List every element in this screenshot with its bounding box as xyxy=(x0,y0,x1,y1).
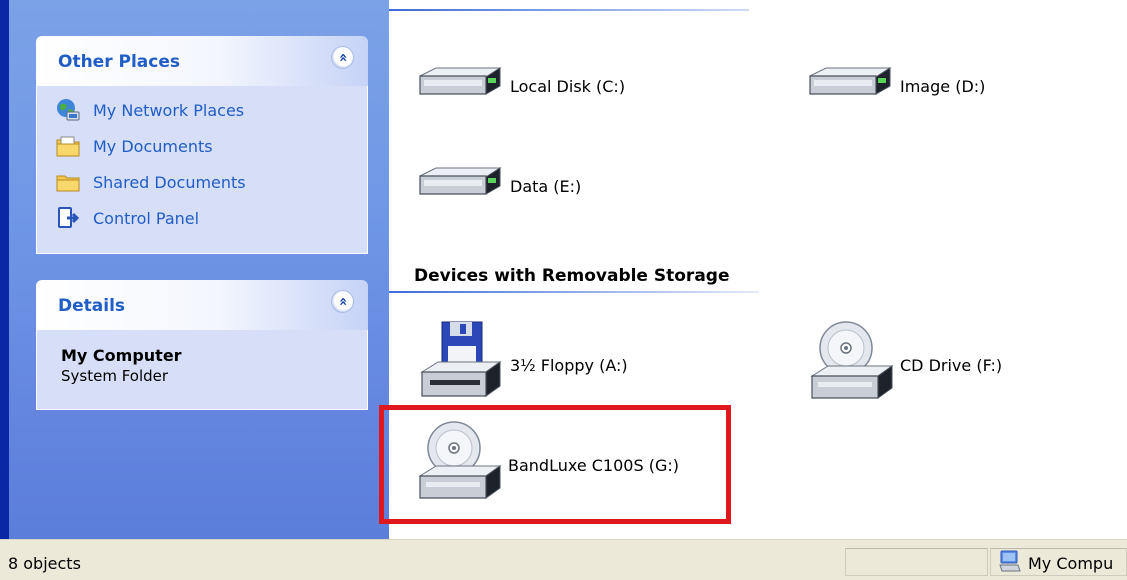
drive-image-d[interactable]: Image (D:) xyxy=(806,64,985,109)
sidebar-item-label: Control Panel xyxy=(93,208,200,228)
shared-folder-icon xyxy=(55,169,81,195)
details-panel: Details « My Computer System Folder xyxy=(36,280,368,410)
hard-disk-icon xyxy=(416,64,504,109)
sidebar-item-my-documents[interactable]: My Documents xyxy=(37,128,367,164)
status-location: My Compu xyxy=(998,549,1113,578)
details-name: My Computer xyxy=(61,346,182,365)
drive-cd-f[interactable]: CD Drive (F:) xyxy=(808,320,1002,411)
status-location-label: My Compu xyxy=(1028,554,1114,573)
other-places-list: My Network Places My Documents Shared Do… xyxy=(36,86,368,254)
sidebar-item-control-panel[interactable]: Control Panel xyxy=(37,200,367,236)
floppy-drive-icon xyxy=(416,320,504,411)
control-panel-icon xyxy=(55,205,81,231)
removable-storage-group-line xyxy=(389,291,759,293)
drive-local-disk-c[interactable]: Local Disk (C:) xyxy=(416,64,625,109)
other-places-panel: Other Places « My Network Places My Docu… xyxy=(36,36,368,254)
details-title: Details xyxy=(58,296,126,316)
details-body: My Computer System Folder xyxy=(36,330,368,410)
drive-floppy-a[interactable]: 3½ Floppy (A:) xyxy=(416,320,628,411)
network-places-icon xyxy=(55,97,81,123)
other-places-title: Other Places xyxy=(58,52,180,72)
highlight-box xyxy=(379,405,731,524)
details-header[interactable]: Details « xyxy=(36,280,368,330)
status-bar: 8 objects My Compu xyxy=(0,539,1127,580)
sidebar-item-label: My Documents xyxy=(93,136,213,156)
my-computer-icon xyxy=(998,549,1022,578)
hard-disk-icon xyxy=(416,164,504,209)
details-type: System Folder xyxy=(61,367,169,385)
drive-label: CD Drive (F:) xyxy=(900,356,1003,375)
sidebar-item-label: Shared Documents xyxy=(93,172,246,192)
status-object-count: 8 objects xyxy=(8,554,81,573)
drive-label: Image (D:) xyxy=(900,77,986,96)
drive-label: Data (E:) xyxy=(510,177,582,196)
sidebar-item-label: My Network Places xyxy=(93,100,245,120)
other-places-collapse-button[interactable]: « xyxy=(331,46,354,69)
other-places-header[interactable]: Other Places « xyxy=(36,36,368,86)
hard-disk-icon xyxy=(806,64,894,109)
cd-drive-icon xyxy=(808,320,894,411)
drive-label: Local Disk (C:) xyxy=(510,77,626,96)
drive-label: 3½ Floppy (A:) xyxy=(510,356,628,375)
documents-folder-icon xyxy=(55,133,81,159)
details-collapse-button[interactable]: « xyxy=(331,290,354,313)
removable-storage-group-title: Devices with Removable Storage xyxy=(414,266,730,286)
task-pane: Other Places « My Network Places My Docu… xyxy=(0,0,389,539)
status-bar-cell xyxy=(845,548,988,576)
sidebar-item-my-network-places[interactable]: My Network Places xyxy=(37,92,367,128)
sidebar-item-shared-documents[interactable]: Shared Documents xyxy=(37,164,367,200)
task-pane-edge xyxy=(0,0,9,539)
hard-drives-group-line xyxy=(389,9,749,11)
drive-data-e[interactable]: Data (E:) xyxy=(416,164,581,209)
